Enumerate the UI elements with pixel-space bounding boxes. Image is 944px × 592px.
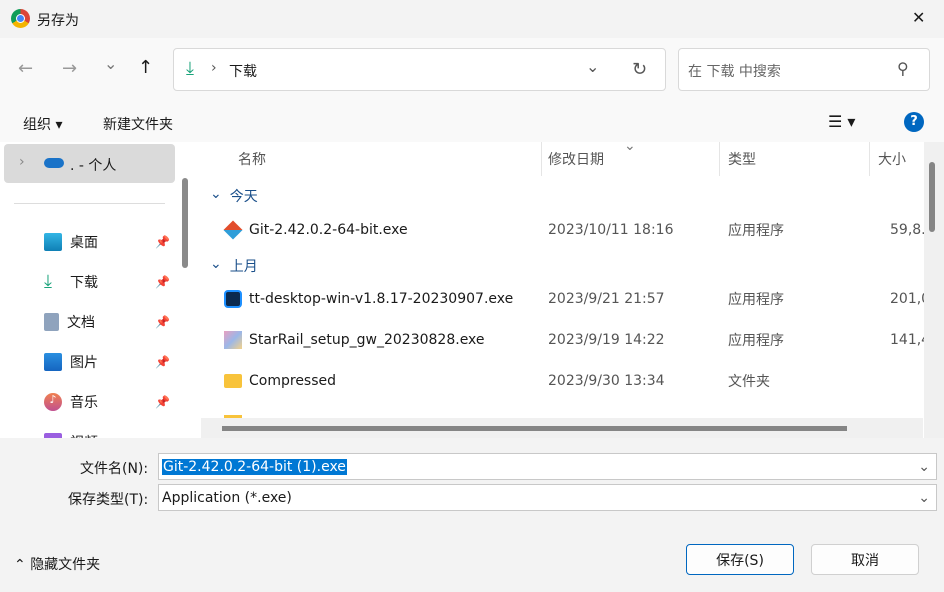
sidebar-item-downloads[interactable]: ⤓ 下载 📌 bbox=[44, 264, 174, 300]
save-form: 文件名(N): Git-2.42.0.2-64-bit (1).exe ⌄ 保存… bbox=[0, 438, 944, 592]
desktop-icon bbox=[44, 233, 62, 251]
cancel-button[interactable]: 取消 bbox=[811, 544, 919, 575]
back-button[interactable]: ← bbox=[18, 58, 33, 79]
up-button[interactable]: ↑ bbox=[138, 57, 153, 78]
pin-icon: 📌 bbox=[155, 315, 170, 329]
search-placeholder: 在 下载 中搜索 bbox=[688, 64, 781, 80]
vertical-scrollbar-track bbox=[924, 142, 944, 438]
file-row[interactable]: tt-desktop-win-v1.8.17-20230907.exe 2023/… bbox=[196, 281, 943, 317]
save-button[interactable]: 保存(S) bbox=[686, 544, 794, 575]
new-folder-button[interactable]: 新建文件夹 bbox=[103, 114, 173, 134]
filetype-label: 保存类型(T): bbox=[68, 492, 149, 508]
search-icon: ⚲ bbox=[897, 59, 909, 78]
sidebar-scrollbar[interactable] bbox=[182, 178, 188, 268]
navigation-pane: › . - 个人 桌面📌 ⤓下载📌 文档📌 图片📌 ♪音乐📌 视频 bbox=[0, 142, 196, 438]
view-options-button[interactable]: ☰ ▾ bbox=[828, 112, 855, 131]
breadcrumb[interactable]: 下载 bbox=[229, 61, 257, 81]
file-list: 名称 修改日期 ⌄ 类型 大小 ⌄ 今天 Git-2.42.0.2-64-bit.… bbox=[196, 142, 944, 438]
chevron-down-icon[interactable]: ⌄ bbox=[918, 459, 930, 475]
vertical-scrollbar-thumb[interactable] bbox=[929, 162, 935, 232]
git-icon bbox=[223, 220, 243, 240]
download-icon: ⤓ bbox=[44, 271, 52, 292]
pin-icon: 📌 bbox=[155, 355, 170, 369]
starrail-icon bbox=[224, 331, 242, 349]
chevron-down-icon[interactable]: ⌄ bbox=[586, 57, 599, 76]
toolbar: 组织 ▾ 新建文件夹 ☰ ▾ ? bbox=[0, 104, 944, 142]
sidebar-item-desktop[interactable]: 桌面 📌 bbox=[44, 224, 174, 260]
document-icon bbox=[44, 313, 59, 331]
recent-locations-button[interactable]: ⌄ bbox=[104, 54, 117, 73]
organize-button[interactable]: 组织 ▾ bbox=[23, 114, 62, 134]
sort-chevron-icon: ⌄ bbox=[624, 142, 636, 154]
help-button[interactable]: ? bbox=[904, 112, 924, 132]
file-row[interactable]: StarRail_setup_gw_20230828.exe 2023/9/19 … bbox=[196, 322, 943, 358]
pin-icon: 📌 bbox=[155, 395, 170, 409]
window-title: 另存为 bbox=[37, 13, 79, 29]
filename-label: 文件名(N): bbox=[80, 461, 149, 477]
address-bar[interactable]: ⤓ › 下载 ⌄ ↻ bbox=[173, 48, 666, 91]
title-bar: 另存为 ✕ bbox=[0, 0, 944, 38]
sidebar-item-pictures[interactable]: 图片 📌 bbox=[44, 344, 174, 380]
chevron-right-icon: › bbox=[211, 60, 217, 76]
column-header-type[interactable]: 类型 bbox=[720, 142, 870, 176]
file-row[interactable]: Git-2.42.0.2-64-bit.exe 2023/10/11 18:16 应… bbox=[196, 212, 935, 248]
close-button[interactable]: ✕ bbox=[912, 8, 925, 27]
refresh-button[interactable]: ↻ bbox=[632, 59, 647, 80]
horizontal-scrollbar-track bbox=[201, 418, 923, 438]
file-row[interactable]: Compressed 2023/9/30 13:34 文件夹 bbox=[196, 363, 926, 399]
pin-icon: 📌 bbox=[155, 275, 170, 289]
sidebar-item-videos[interactable]: 视频 bbox=[44, 424, 174, 438]
hide-folders-button[interactable]: ⌃ 隐藏文件夹 bbox=[14, 554, 100, 574]
horizontal-scrollbar-thumb[interactable] bbox=[222, 426, 847, 431]
pictures-icon bbox=[44, 353, 62, 371]
chevron-right-icon[interactable]: › bbox=[19, 154, 25, 170]
sidebar-item-onedrive[interactable]: › . - 个人 bbox=[4, 144, 175, 183]
chevron-up-icon: ⌃ bbox=[14, 557, 26, 573]
forward-button[interactable]: → bbox=[62, 58, 77, 79]
tt-app-icon bbox=[224, 290, 242, 308]
sidebar-item-documents[interactable]: 文档 📌 bbox=[44, 304, 174, 340]
download-icon: ⤓ bbox=[186, 58, 194, 79]
chevron-down-icon: ⌄ bbox=[918, 489, 930, 506]
chrome-icon bbox=[11, 9, 30, 28]
column-header-size[interactable]: 大小 bbox=[870, 142, 930, 176]
group-header-last-month[interactable]: ⌄ 上月 bbox=[210, 256, 258, 276]
cloud-icon bbox=[44, 158, 64, 168]
pin-icon: 📌 bbox=[155, 235, 170, 249]
divider bbox=[14, 203, 165, 204]
column-header-name[interactable]: 名称 bbox=[196, 142, 542, 176]
folder-icon bbox=[224, 374, 242, 388]
search-input[interactable]: 在 下载 中搜索 ⚲ bbox=[678, 48, 930, 91]
filetype-select[interactable]: Application (*.exe) ⌄ bbox=[158, 484, 937, 511]
music-icon: ♪ bbox=[44, 393, 62, 411]
sidebar-item-music[interactable]: ♪ 音乐 📌 bbox=[44, 384, 174, 420]
group-header-today[interactable]: ⌄ 今天 bbox=[210, 186, 258, 206]
sidebar-item-label: . - 个人 bbox=[70, 158, 117, 174]
filename-input[interactable]: Git-2.42.0.2-64-bit (1).exe ⌄ bbox=[158, 453, 937, 480]
